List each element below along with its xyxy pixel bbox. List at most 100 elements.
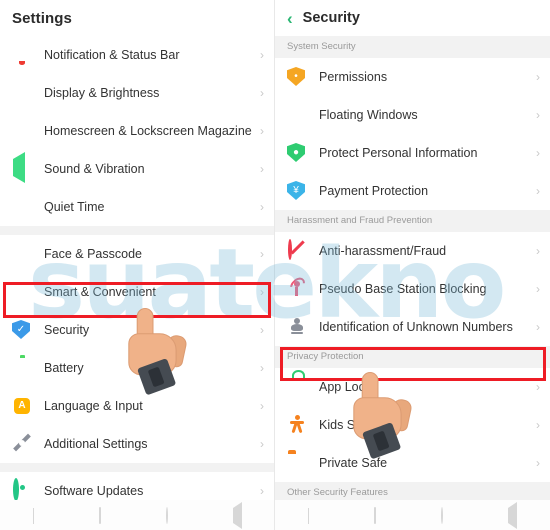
back-triangle-icon[interactable]	[233, 501, 243, 529]
back-triangle-icon[interactable]	[508, 501, 518, 529]
sidebar-item-smart-convenient[interactable]: Smart & Convenient ›	[0, 273, 274, 311]
page-title: Settings	[12, 9, 72, 27]
chevron-right-icon: ›	[536, 418, 540, 432]
navigation-bar-right	[275, 500, 550, 530]
bell-icon	[12, 45, 32, 65]
circle-icon[interactable]	[166, 506, 169, 524]
refresh-icon	[12, 478, 32, 501]
chevron-right-icon: ›	[536, 146, 540, 160]
security-screen: ‹ Security System Security • Permissions…	[275, 0, 550, 530]
security-item-pseudo-base-station[interactable]: Pseudo Base Station Blocking ›	[275, 270, 550, 308]
row-label: Battery	[44, 361, 84, 375]
row-label: Additional Settings	[44, 437, 148, 451]
security-item-unknown-numbers[interactable]: Identification of Unknown Numbers ›	[275, 308, 550, 346]
moon-icon	[12, 197, 32, 217]
security-item-private-safe[interactable]: Private Safe ›	[275, 444, 550, 482]
chevron-right-icon: ›	[536, 282, 540, 296]
security-item-payment-protection[interactable]: ¥ Payment Protection ›	[275, 172, 550, 210]
circle-icon[interactable]	[441, 506, 444, 524]
sidebar-item-homescreen[interactable]: Homescreen & Lockscreen Magazine ›	[0, 112, 274, 150]
floating-window-icon	[287, 105, 307, 125]
settings-group-general: Notification & Status Bar › Display & Br…	[0, 36, 274, 226]
chevron-right-icon: ›	[536, 70, 540, 84]
security-item-permissions[interactable]: • Permissions ›	[275, 58, 550, 96]
shield-payment-icon: ¥	[287, 181, 307, 201]
sidebar-item-display[interactable]: Display & Brightness ›	[0, 74, 274, 112]
square-icon[interactable]	[373, 506, 376, 524]
sidebar-item-language[interactable]: A Language & Input ›	[0, 387, 274, 425]
security-group-system: • Permissions › Floating Windows › ● Pro…	[275, 58, 550, 210]
sidebar-item-security[interactable]: ✓ Security ›	[0, 311, 274, 349]
row-label: Security	[44, 323, 90, 337]
section-divider	[0, 463, 274, 472]
padlock-icon	[287, 377, 307, 397]
section-header-harassment: Harassment and Fraud Prevention	[275, 210, 550, 232]
brightness-icon	[12, 83, 32, 103]
wallpaper-icon	[12, 121, 32, 141]
sidebar-item-quiet-time[interactable]: Quiet Time ›	[0, 188, 274, 226]
security-item-kids-space[interactable]: Kids Space ›	[275, 406, 550, 444]
chevron-down-icon[interactable]	[32, 507, 34, 524]
chevron-right-icon: ›	[536, 380, 540, 394]
chevron-right-icon: ›	[536, 244, 540, 258]
row-label: Identification of Unknown Numbers	[319, 320, 513, 334]
chevron-right-icon: ›	[260, 323, 264, 337]
square-icon[interactable]	[98, 506, 101, 524]
settings-header: Settings	[0, 0, 274, 36]
gear-icon	[12, 434, 32, 454]
row-label: Notification & Status Bar	[44, 48, 180, 62]
row-label: Smart & Convenient	[44, 285, 156, 299]
row-label: Floating Windows	[319, 108, 418, 122]
no-entry-icon	[287, 239, 307, 261]
security-group-privacy: App Lock › Kids Space › Private Safe ›	[275, 368, 550, 482]
row-label: Permissions	[319, 70, 388, 84]
back-icon[interactable]: ‹	[287, 10, 293, 27]
security-item-floating-windows[interactable]: Floating Windows ›	[275, 96, 550, 134]
sidebar-item-face-passcode[interactable]: Face & Passcode ›	[0, 235, 274, 273]
row-label: Payment Protection	[319, 184, 429, 198]
chevron-right-icon: ›	[260, 48, 264, 62]
row-label: Face & Passcode	[44, 247, 142, 261]
language-icon: A	[12, 396, 32, 416]
shield-check-icon: ✓	[12, 320, 32, 340]
navigation-bar-left	[0, 500, 274, 530]
section-header-system-security: System Security	[275, 36, 550, 58]
row-label: App Lock	[319, 380, 372, 394]
safe-icon	[287, 453, 307, 473]
sidebar-item-battery[interactable]: Battery ›	[0, 349, 274, 387]
chevron-right-icon: ›	[536, 184, 540, 198]
chevron-down-icon[interactable]	[307, 507, 309, 524]
row-label: Homescreen & Lockscreen Magazine	[44, 124, 252, 138]
chevron-right-icon: ›	[536, 320, 540, 334]
row-label: Protect Personal Information	[319, 146, 478, 160]
security-item-app-lock[interactable]: App Lock ›	[275, 368, 550, 406]
row-label: Display & Brightness	[44, 86, 160, 100]
battery-icon	[12, 358, 32, 378]
security-group-harassment: Anti-harassment/Fraud › Pseudo Base Stat…	[275, 232, 550, 346]
row-label: Private Safe	[319, 456, 388, 470]
shield-person-icon: ●	[287, 143, 307, 163]
smart-icon	[12, 282, 32, 302]
row-label: Pseudo Base Station Blocking	[319, 282, 487, 296]
chevron-right-icon: ›	[260, 200, 264, 214]
page-title: Security	[302, 10, 360, 26]
sidebar-item-sound[interactable]: Sound & Vibration ›	[0, 150, 274, 188]
speaker-icon	[12, 152, 32, 183]
sidebar-item-notification[interactable]: Notification & Status Bar ›	[0, 36, 274, 74]
cell-tower-icon	[286, 274, 308, 299]
row-label: Sound & Vibration	[44, 162, 145, 176]
chevron-right-icon: ›	[260, 361, 264, 375]
security-item-protect-personal-information[interactable]: ● Protect Personal Information ›	[275, 134, 550, 172]
sidebar-item-additional-settings[interactable]: Additional Settings ›	[0, 425, 274, 463]
screenshot-root: Settings Notification & Status Bar › Dis…	[0, 0, 550, 530]
chevron-right-icon: ›	[260, 162, 264, 176]
face-icon	[12, 244, 32, 264]
chevron-right-icon: ›	[260, 437, 264, 451]
chevron-right-icon: ›	[260, 247, 264, 261]
row-label: Anti-harassment/Fraud	[319, 244, 447, 258]
row-label: Software Updates	[44, 484, 144, 498]
settings-group-personal: Face & Passcode › Smart & Convenient › ✓…	[0, 235, 274, 463]
kid-icon	[287, 415, 307, 435]
security-item-anti-harassment[interactable]: Anti-harassment/Fraud ›	[275, 232, 550, 270]
section-divider	[0, 226, 274, 235]
